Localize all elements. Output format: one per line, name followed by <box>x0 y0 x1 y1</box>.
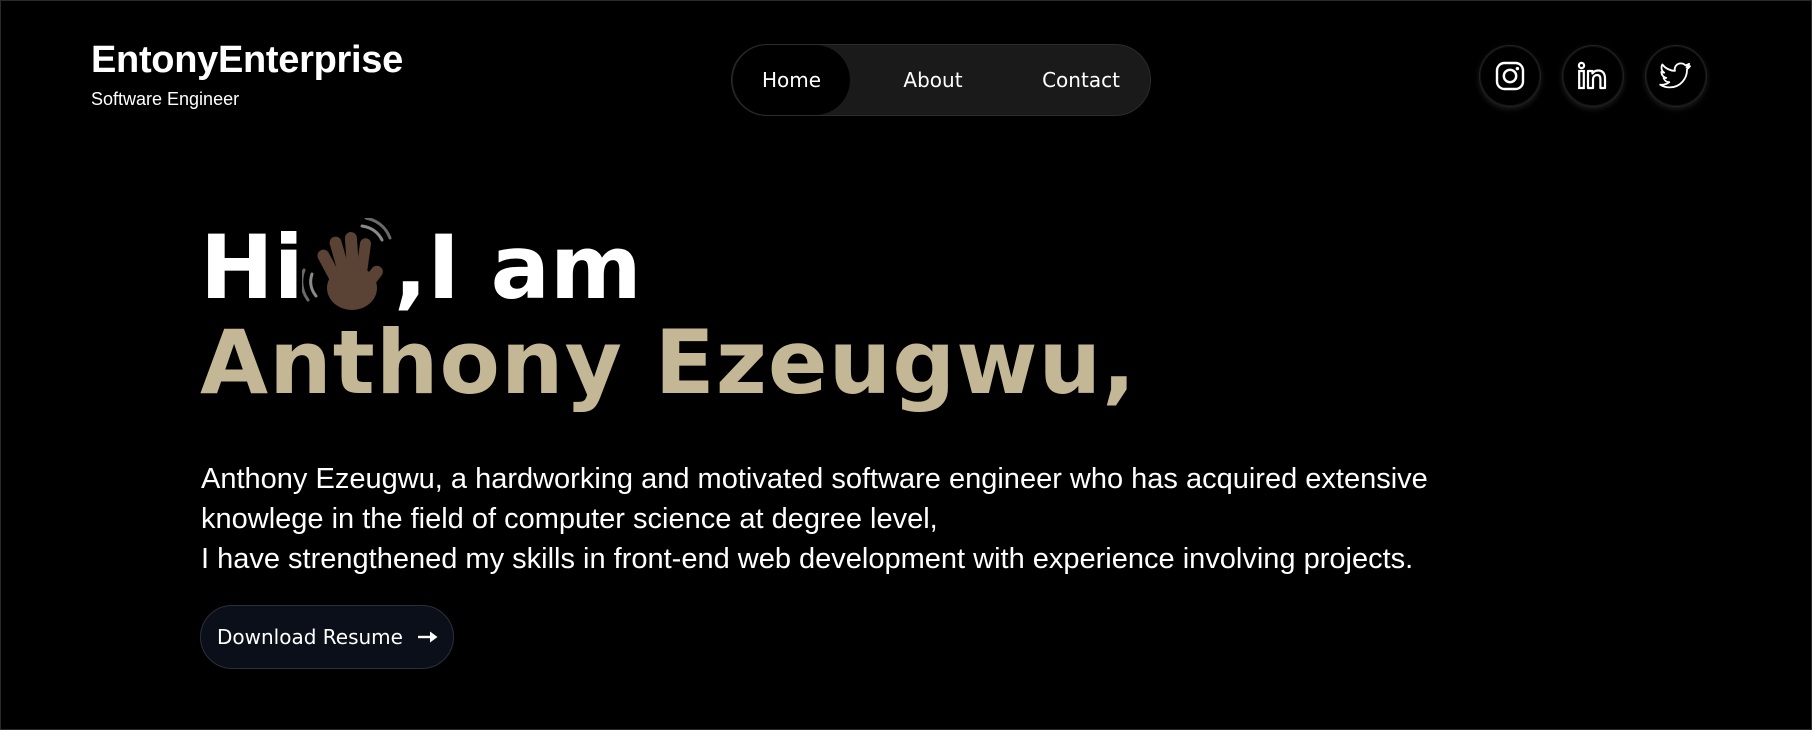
intro-paragraph-1: Anthony Ezeugwu, a hardworking and motiv… <box>201 463 1428 535</box>
intro-paragraph-2: I have strengthened my skills in front-e… <box>201 543 1414 575</box>
linkedin-icon <box>1577 61 1607 90</box>
nav-item-contact[interactable]: Contact <box>1016 45 1146 115</box>
arrow-right-icon <box>417 631 438 643</box>
nav-item-label: Contact <box>1042 68 1120 92</box>
instagram-icon <box>1495 61 1525 91</box>
brand-subtitle: Software Engineer <box>91 89 240 109</box>
greeting-suffix: ,I am <box>393 216 642 319</box>
main-nav: Home About Contact <box>731 44 1151 116</box>
greeting-text: Hi <box>200 216 304 319</box>
nav-item-about[interactable]: About <box>850 45 1016 115</box>
nav-item-label: Home <box>761 68 822 92</box>
download-resume-button[interactable]: Download Resume <box>200 605 454 669</box>
waving-hand-icon <box>301 218 392 310</box>
download-resume-label: Download Resume <box>217 625 403 649</box>
nav-item-label: About <box>903 68 963 92</box>
intro-text: Anthony Ezeugwu, a hardworking and motiv… <box>201 459 1521 579</box>
hero-greeting: Hi ,I am <box>200 218 642 318</box>
nav-item-home[interactable]: Home <box>733 45 850 115</box>
hero-name: Anthony Ezeugwu, <box>200 311 1137 414</box>
brand[interactable]: EntonyEnterprise Software Engineer <box>91 38 403 110</box>
instagram-button[interactable] <box>1479 45 1541 107</box>
social-links <box>1479 45 1707 107</box>
brand-name: EntonyEnterprise <box>91 39 403 81</box>
twitter-icon <box>1659 62 1691 89</box>
twitter-button[interactable] <box>1645 45 1707 107</box>
linkedin-button[interactable] <box>1562 45 1624 107</box>
